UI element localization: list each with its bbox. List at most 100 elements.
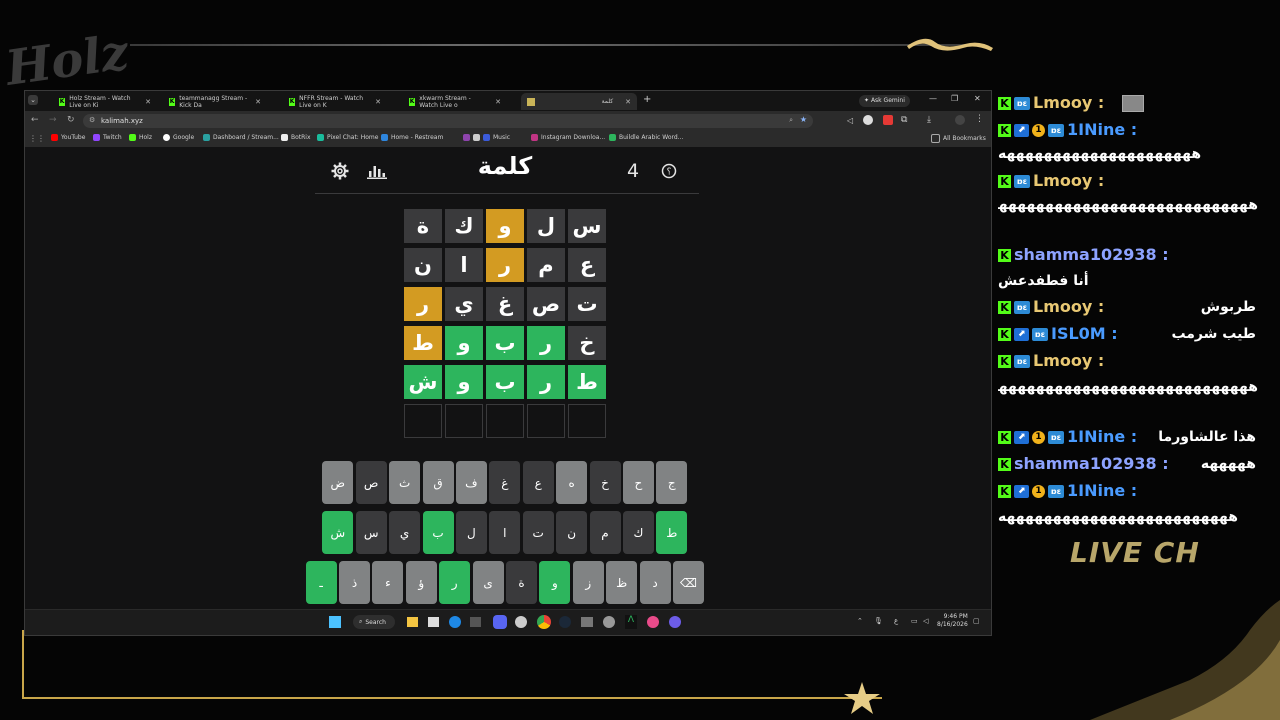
keyboard-key[interactable]: ش — [322, 511, 354, 554]
app-icon[interactable] — [647, 616, 659, 628]
chrome-icon[interactable] — [537, 615, 551, 629]
keyboard-key[interactable]: ث — [389, 461, 421, 504]
app-icon[interactable] — [669, 616, 681, 628]
discord-icon[interactable] — [493, 615, 507, 629]
keyboard-key[interactable]: ل — [455, 511, 487, 554]
keyboard-key[interactable]: ض — [322, 461, 354, 504]
keyboard-key[interactable]: ج — [656, 461, 688, 504]
tab-holz-stream[interactable]: K Holz Stream - Watch Live on Ki ✕ — [53, 93, 157, 110]
backspace-icon[interactable]: ⌫ — [673, 561, 704, 604]
close-icon[interactable]: ✕ — [625, 98, 631, 106]
keyboard-key[interactable]: غ — [489, 461, 521, 504]
extensions-puzzle-icon[interactable]: ⧉ — [901, 115, 907, 125]
windows-start-icon[interactable] — [329, 616, 341, 628]
extension-icon[interactable] — [863, 115, 873, 125]
chat-username[interactable]: ISL0M : — [1051, 324, 1118, 343]
edge-icon[interactable] — [449, 616, 461, 628]
tab-search-button[interactable]: ⌄ — [28, 95, 38, 105]
zoom-icon[interactable]: ⌕ — [789, 116, 793, 125]
keyboard-key[interactable]: ه — [556, 461, 588, 504]
chat-username[interactable]: 1INine : — [1067, 481, 1137, 500]
tab-nffr-stream[interactable]: K NFFR Stream - Watch Live on K ✕ — [283, 93, 387, 110]
keyboard-key[interactable]: ن — [556, 511, 588, 554]
taskbar-clock[interactable]: 9:46 PM 8/16/2026 — [937, 613, 968, 629]
chat-username[interactable]: Lmooy : — [1033, 93, 1104, 112]
keyboard-key[interactable]: د — [639, 561, 671, 604]
keyboard-key[interactable]: س — [355, 511, 387, 554]
keyboard-key[interactable]: ذ — [339, 561, 370, 604]
file-explorer-icon[interactable] — [407, 617, 418, 627]
tab-xkwarm-stream[interactable]: K xkwarm Stream - Watch Live o ✕ — [403, 93, 507, 110]
profile-avatar[interactable] — [955, 115, 965, 125]
app-icon[interactable] — [603, 616, 615, 628]
reload-icon[interactable]: ↻ — [67, 115, 75, 125]
minimize-icon[interactable]: — — [929, 94, 937, 103]
keyboard-key[interactable]: ؤ — [405, 561, 437, 604]
bookmark-star-icon[interactable]: ★ — [800, 115, 807, 124]
extension-icon[interactable] — [883, 115, 893, 125]
media-icon[interactable]: ◁ — [847, 116, 853, 125]
keyboard-key[interactable]: ك — [622, 511, 654, 554]
network-icon[interactable]: ▭ — [911, 617, 918, 625]
chat-username[interactable]: shamma102938 : — [1014, 454, 1169, 473]
apps-grid-icon[interactable]: ⋮⋮ — [29, 134, 45, 143]
settings-gear-icon[interactable] — [331, 162, 349, 180]
bookmark-dashboard[interactable]: Dashboard / Stream... — [203, 134, 279, 141]
chat-username[interactable]: Lmooy : — [1033, 351, 1104, 370]
download-icon[interactable]: ⤓ — [927, 115, 931, 125]
taskbar-search[interactable]: ⌕ Search — [353, 615, 395, 629]
keyboard-key[interactable]: ع — [522, 461, 554, 504]
steam-icon[interactable] — [559, 616, 571, 628]
keyboard-key[interactable]: ص — [355, 461, 387, 504]
keyboard-key[interactable]: ق — [422, 461, 454, 504]
bookmark-buildle[interactable]: Buildle Arabic Word... — [609, 134, 683, 141]
keyboard-key[interactable]: ى — [472, 561, 504, 604]
microphone-icon[interactable]: 🎙 — [874, 617, 883, 625]
chat-username[interactable]: 1INine : — [1067, 427, 1137, 446]
close-icon[interactable]: ✕ — [495, 98, 501, 106]
bookmark-twitch[interactable]: Twitch — [93, 134, 122, 141]
volume-icon[interactable]: ◁ — [923, 617, 928, 625]
tray-chevron-icon[interactable]: ⌃ — [857, 617, 863, 625]
keyboard-key[interactable]: ب — [422, 511, 454, 554]
keyboard-key[interactable]: ء — [372, 561, 404, 604]
chat-username[interactable]: Lmooy : — [1033, 171, 1104, 190]
app-icon[interactable] — [581, 617, 593, 627]
app-icon[interactable] — [515, 616, 527, 628]
keyboard-key[interactable]: ح — [622, 461, 654, 504]
menu-kebab-icon[interactable]: ⋮ — [975, 114, 984, 124]
close-window-icon[interactable]: ✕ — [974, 94, 981, 103]
tab-kalimah[interactable]: كلمة ✕ — [521, 93, 637, 110]
language-icon[interactable]: ع — [894, 617, 898, 625]
tab-teammanagg-stream[interactable]: K teammanagg Stream - Kick Da ✕ — [163, 93, 267, 110]
ask-gemini-button[interactable]: ✦ Ask Gemini — [859, 95, 910, 107]
keyboard-key[interactable]: ز — [572, 561, 604, 604]
chat-username[interactable]: shamma102938 : — [1014, 245, 1169, 264]
app-icon[interactable]: Λ — [625, 615, 637, 629]
bookmark-holz[interactable]: Holz — [129, 134, 152, 141]
back-icon[interactable]: ← — [31, 115, 39, 125]
close-icon[interactable]: ✕ — [375, 98, 381, 106]
bookmark-google[interactable]: Google — [163, 134, 194, 141]
chat-username[interactable]: Lmooy : — [1033, 297, 1104, 316]
keyboard-key[interactable]: ر — [439, 561, 471, 604]
notifications-icon[interactable]: ▢ — [973, 617, 980, 625]
restore-icon[interactable]: ❐ — [951, 94, 958, 103]
bookmark-instagram[interactable]: Instagram Downloa... — [531, 134, 605, 141]
statistics-chart-icon[interactable] — [367, 163, 387, 179]
keyboard-key[interactable]: ظ — [606, 561, 638, 604]
bookmark-botrix[interactable]: BotRix — [281, 134, 311, 141]
keyboard-key[interactable]: ت — [522, 511, 554, 554]
keyboard-key[interactable]: ي — [389, 511, 421, 554]
keyboard-key[interactable]: م — [589, 511, 621, 554]
forward-icon[interactable]: → — [49, 115, 57, 125]
enter-key[interactable]: ـ — [305, 561, 337, 604]
new-tab-button[interactable]: + — [643, 94, 651, 105]
store-icon[interactable] — [428, 617, 439, 627]
site-info-icon[interactable]: ⚙ — [89, 116, 95, 124]
url-input[interactable]: ⚙ kalimah.xyz ⌕ ★ — [83, 114, 813, 128]
keyboard-key[interactable]: ة — [506, 561, 537, 604]
close-icon[interactable]: ✕ — [255, 98, 261, 106]
close-icon[interactable]: ✕ — [145, 98, 151, 106]
bookmark-pixel-chat[interactable]: Pixel Chat: Home — [317, 134, 378, 141]
